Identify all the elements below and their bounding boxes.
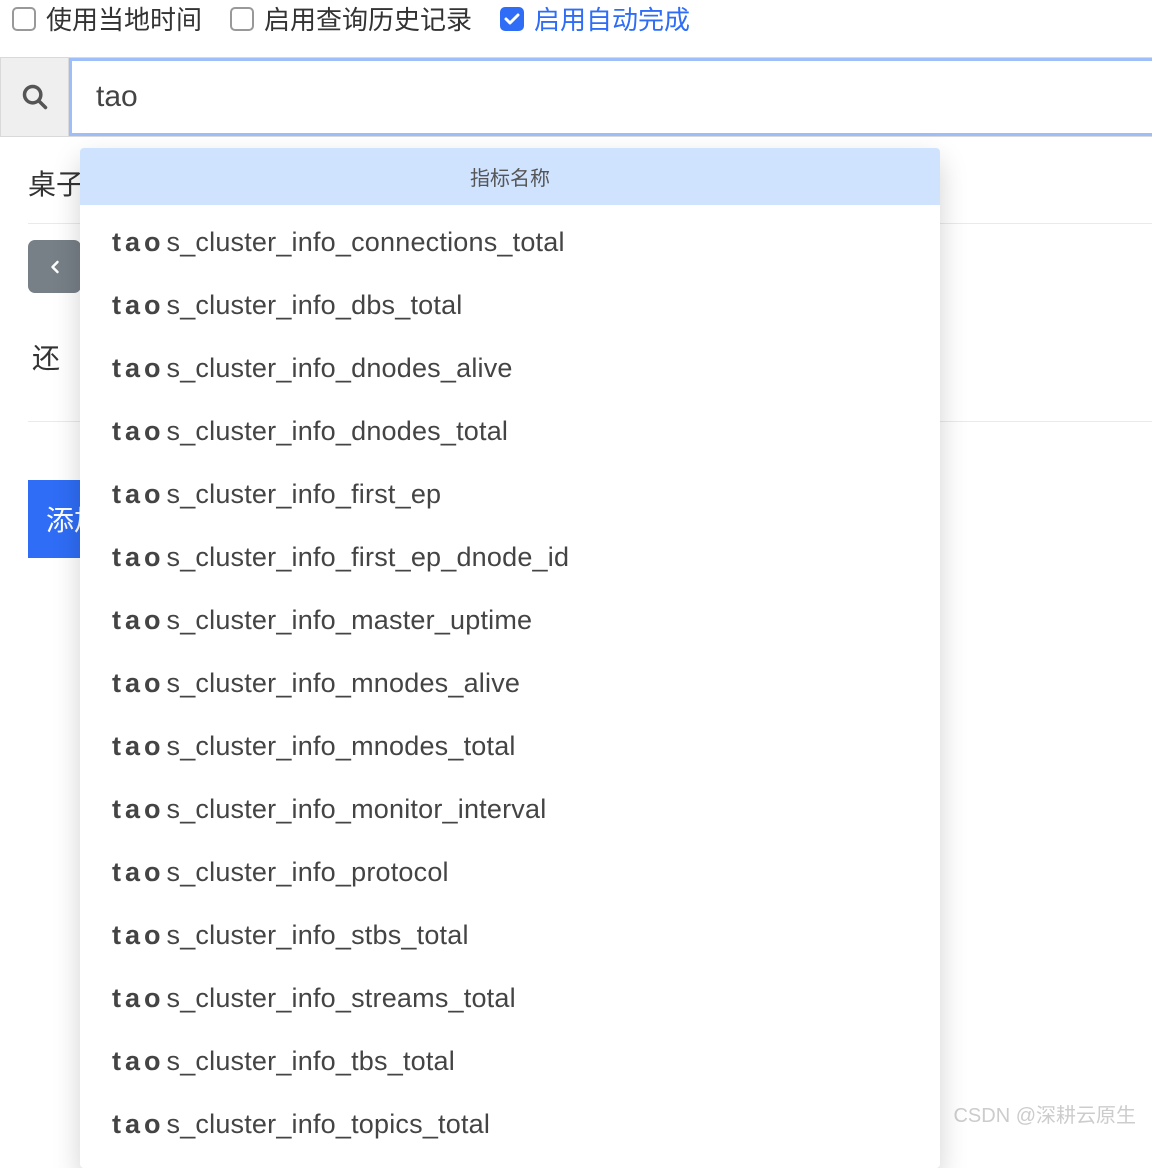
autocomplete-header: 指标名称 [80, 148, 940, 205]
autocomplete-panel: 指标名称 taos_cluster_info_connections_total… [80, 148, 940, 1168]
query-history-label: 启用查询历史记录 [264, 0, 472, 37]
search-icon [21, 83, 49, 111]
checkbox-query-history[interactable] [230, 7, 254, 31]
checkbox-local-time[interactable] [12, 7, 36, 31]
autocomplete-item[interactable]: taos_cluster_info_mnodes_alive [80, 652, 940, 715]
query-history-option[interactable]: 启用查询历史记录 [230, 0, 472, 37]
prev-page-button[interactable] [28, 240, 81, 293]
autocomplete-item[interactable]: taos_cluster_info_first_ep_dnode_id [80, 526, 940, 589]
autocomplete-item[interactable]: taos_cluster_info_first_ep [80, 463, 940, 526]
checkbox-autocomplete[interactable] [500, 7, 524, 31]
watermark-text: CSDN @深耕云原生 [953, 1099, 1136, 1128]
autocomplete-label: 启用自动完成 [534, 0, 690, 37]
options-toolbar: 使用当地时间 启用查询历史记录 启用自动完成 [0, 0, 1152, 57]
autocomplete-option[interactable]: 启用自动完成 [500, 0, 690, 37]
autocomplete-item[interactable]: taos_cluster_info_dnodes_total [80, 400, 940, 463]
local-time-option[interactable]: 使用当地时间 [12, 0, 202, 37]
autocomplete-item[interactable]: taos_cluster_info_dnodes_alive [80, 337, 940, 400]
chevron-left-icon [45, 257, 65, 277]
autocomplete-item[interactable]: taos_cluster_info_dbs_total [80, 274, 940, 337]
autocomplete-item[interactable]: taos_cluster_info_topics_total [80, 1093, 940, 1156]
autocomplete-list: taos_cluster_info_connections_totaltaos_… [80, 205, 940, 1168]
execute-query-button[interactable] [1, 58, 69, 136]
autocomplete-item[interactable]: taos_cluster_info_tbs_total [80, 1030, 940, 1093]
autocomplete-item[interactable]: taos_cluster_info_protocol [80, 841, 940, 904]
autocomplete-item[interactable]: taos_cluster_info_streams_total [80, 967, 940, 1030]
autocomplete-item[interactable]: taos_cluster_info_connections_total [80, 211, 940, 274]
search-row [0, 57, 1152, 137]
expression-input[interactable] [69, 58, 1152, 136]
autocomplete-item[interactable]: taos_cluster_info_mnodes_total [80, 715, 940, 778]
autocomplete-item[interactable]: taos_cluster_info_monitor_interval [80, 778, 940, 841]
local-time-label: 使用当地时间 [46, 0, 202, 37]
autocomplete-item[interactable]: taos_cluster_info_stbs_total [80, 904, 940, 967]
autocomplete-item[interactable]: taos_cluster_info_master_uptime [80, 589, 940, 652]
